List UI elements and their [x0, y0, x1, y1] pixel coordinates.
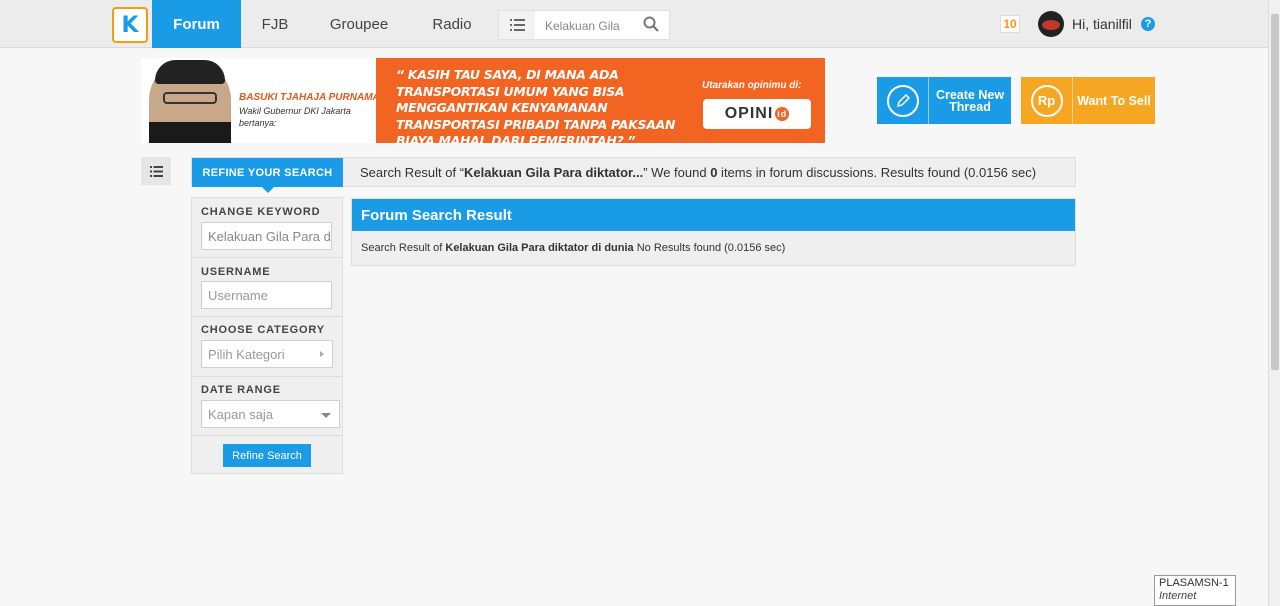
banner-cta: Utarakan opinimu di:	[702, 80, 802, 91]
banner-orange-panel: “ KASIH TAU SAYA, DI MANA ADA TRANSPORTA…	[376, 58, 825, 143]
network-name: PLASAMSN-1	[1159, 577, 1229, 589]
username-group: USERNAME Username	[192, 258, 342, 317]
opini-logo-text: OPINI	[724, 105, 774, 122]
keyword-label: CHANGE KEYWORD	[201, 206, 321, 218]
chevron-right-icon	[320, 351, 324, 357]
forum-search-result-keyword: Kelakuan Gila Para diktator di dunia	[445, 242, 634, 254]
opini-logo[interactable]: OPINI id	[703, 99, 811, 129]
keyword-input[interactable]: Kelakuan Gila Para d	[201, 222, 332, 250]
user-greeting[interactable]: Hi, tianilfil	[1072, 16, 1132, 32]
search-summary-text: Search Result of “Kelakuan Gila Para dik…	[360, 165, 1037, 180]
scrollbar-thumb[interactable]	[1271, 14, 1279, 370]
network-tooltip: PLASAMSN-1 Internet access	[1154, 575, 1236, 606]
ad-banner[interactable]: BASUKI TJAHAJA PURNAMA Wakil Gubernur DK…	[141, 58, 825, 143]
nav-tab-fjb[interactable]: FJB	[248, 0, 302, 48]
chevron-down-icon	[321, 413, 331, 418]
nav-tab-groupee[interactable]: Groupee	[318, 0, 400, 48]
username-label: USERNAME	[201, 266, 271, 278]
forum-search-result-title: Forum Search Result	[352, 199, 1075, 231]
list-icon	[149, 165, 163, 177]
sidebar-toggle-button[interactable]	[141, 157, 171, 185]
create-new-thread-label: Create New Thread	[935, 87, 1005, 114]
pencil-icon	[886, 84, 919, 117]
notification-badge[interactable]: 10	[1000, 15, 1020, 33]
banner-quote: “ KASIH TAU SAYA, DI MANA ADA TRANSPORTA…	[396, 67, 676, 143]
category-select-value: Pilih Kategori	[208, 346, 285, 362]
date-range-select[interactable]: Kapan saja	[201, 400, 340, 428]
list-icon[interactable]	[499, 11, 535, 39]
category-label: CHOOSE CATEGORY	[201, 324, 325, 336]
rupiah-icon: Rp	[1030, 84, 1063, 117]
date-range-label: DATE RANGE	[201, 384, 281, 396]
help-icon[interactable]: ?	[1141, 17, 1155, 31]
search-summary-keyword: Kelakuan Gila Para diktator...	[464, 165, 644, 180]
nav-tab-radio[interactable]: Radio	[418, 0, 486, 48]
avatar[interactable]	[1038, 11, 1064, 37]
date-range-value: Kapan saja	[208, 406, 274, 422]
kaskus-logo-icon[interactable]: K	[112, 7, 148, 43]
portrait-image	[149, 60, 231, 143]
refine-search-panel: CHANGE KEYWORD Kelakuan Gila Para d USER…	[191, 197, 343, 474]
search-icon[interactable]	[643, 16, 659, 37]
banner-role: Wakil Gubernur DKI Jakarta bertanya:	[239, 106, 351, 128]
opini-logo-suffix: id	[775, 107, 790, 121]
nav-tab-forum[interactable]: Forum	[152, 0, 241, 48]
refine-your-search-tab[interactable]: REFINE YOUR SEARCH	[192, 158, 343, 193]
forum-search-result-text: Search Result of Kelakuan Gila Para dikt…	[361, 242, 786, 254]
network-status: Internet access	[1159, 590, 1197, 606]
want-to-sell-label: Want To Sell	[1077, 93, 1151, 108]
search-summary-bar: REFINE YOUR SEARCH Search Result of “Kel…	[191, 157, 1076, 193]
top-navbar: K Forum FJB Groupee Radio 10 Hi, tianilf…	[0, 0, 1268, 48]
category-select[interactable]: Pilih Kategori	[201, 340, 333, 368]
category-group: CHOOSE CATEGORY Pilih Kategori	[192, 317, 342, 377]
create-new-thread-button[interactable]: Create New Thread	[877, 77, 1011, 124]
search-input[interactable]	[545, 17, 625, 35]
banner-name: BASUKI TJAHAJA PURNAMA	[239, 92, 380, 103]
want-to-sell-button[interactable]: Rp Want To Sell	[1021, 77, 1155, 124]
date-range-group: DATE RANGE Kapan saja	[192, 377, 342, 436]
forum-search-result-panel: Forum Search Result Search Result of Kel…	[351, 198, 1076, 266]
search-box	[498, 10, 670, 40]
page-scrollbar[interactable]	[1268, 0, 1280, 606]
keyword-group: CHANGE KEYWORD Kelakuan Gila Para d	[192, 198, 342, 258]
refine-search-button[interactable]: Refine Search	[223, 444, 311, 467]
username-input[interactable]: Username	[201, 281, 332, 309]
